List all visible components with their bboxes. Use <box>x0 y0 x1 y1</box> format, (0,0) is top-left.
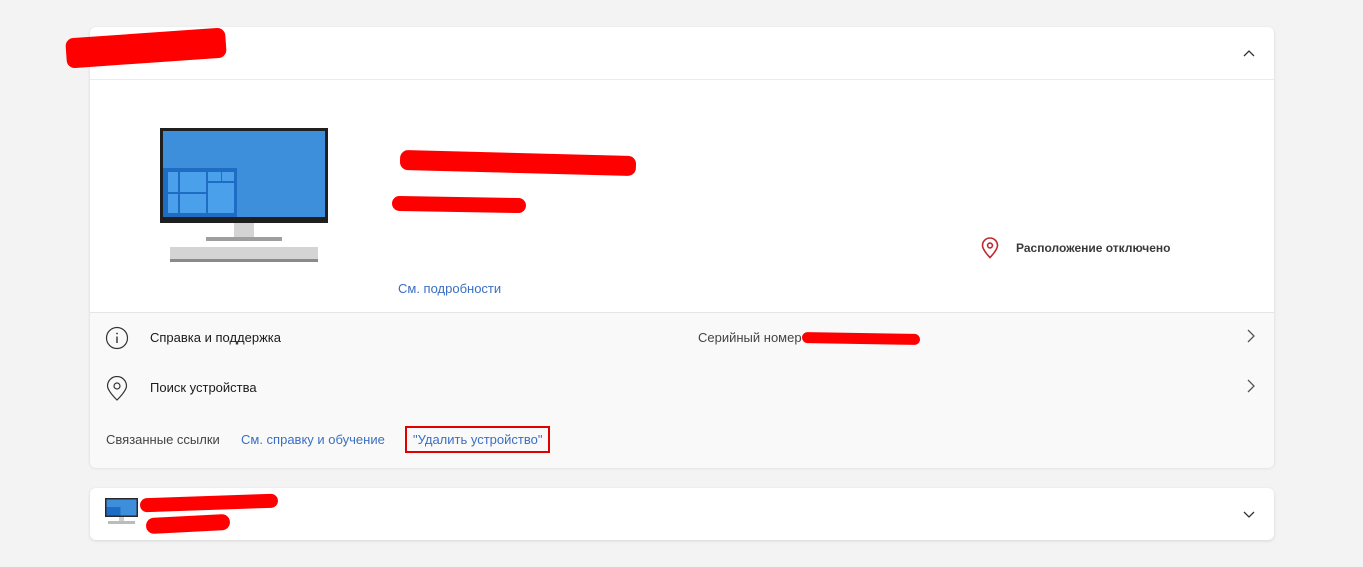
serial-number-label: Серийный номер <box>698 330 802 345</box>
help-learning-link[interactable]: См. справку и обучение <box>241 432 385 447</box>
device-card-expanded: См. подробности Расположение отключено С… <box>65 27 1274 468</box>
redacted-device-name <box>65 27 227 69</box>
device-card-header[interactable] <box>65 27 1274 80</box>
find-device-row[interactable]: Поиск устройства <box>90 363 1274 413</box>
redacted-device-details <box>145 513 231 535</box>
remove-device-link[interactable]: "Удалить устройство" <box>405 426 551 453</box>
related-links-label: Связанные ссылки <box>106 432 220 447</box>
help-support-label: Справка и поддержка <box>150 330 281 345</box>
chevron-up-icon <box>1243 50 1255 57</box>
redacted-serial-number <box>801 331 921 346</box>
device-actions: Справка и поддержка Серийный номер Поиск… <box>90 312 1274 468</box>
chevron-right-icon <box>1247 379 1255 393</box>
info-icon <box>105 326 129 350</box>
redacted-device-model <box>391 195 527 214</box>
find-device-label: Поиск устройства <box>150 380 257 395</box>
redacted-device-name <box>139 493 279 513</box>
help-support-row[interactable]: Справка и поддержка Серийный номер <box>90 313 1274 363</box>
device-card-collapsed[interactable] <box>90 488 1274 540</box>
redacted-device-title <box>399 149 637 177</box>
device-hero: См. подробности Расположение отключено <box>90 80 1274 312</box>
chevron-down-icon <box>1243 511 1255 518</box>
expand-button[interactable] <box>1235 500 1263 528</box>
location-pin-icon <box>106 376 128 401</box>
see-details-link[interactable]: См. подробности <box>398 281 501 296</box>
chevron-right-icon <box>1247 329 1255 343</box>
location-status: Расположение отключено <box>980 237 1170 259</box>
location-status-text: Расположение отключено <box>1016 241 1171 255</box>
collapse-button[interactable] <box>1235 39 1263 67</box>
monitor-icon <box>160 128 328 262</box>
small-monitor-icon <box>105 498 138 524</box>
location-pin-icon <box>981 237 999 259</box>
